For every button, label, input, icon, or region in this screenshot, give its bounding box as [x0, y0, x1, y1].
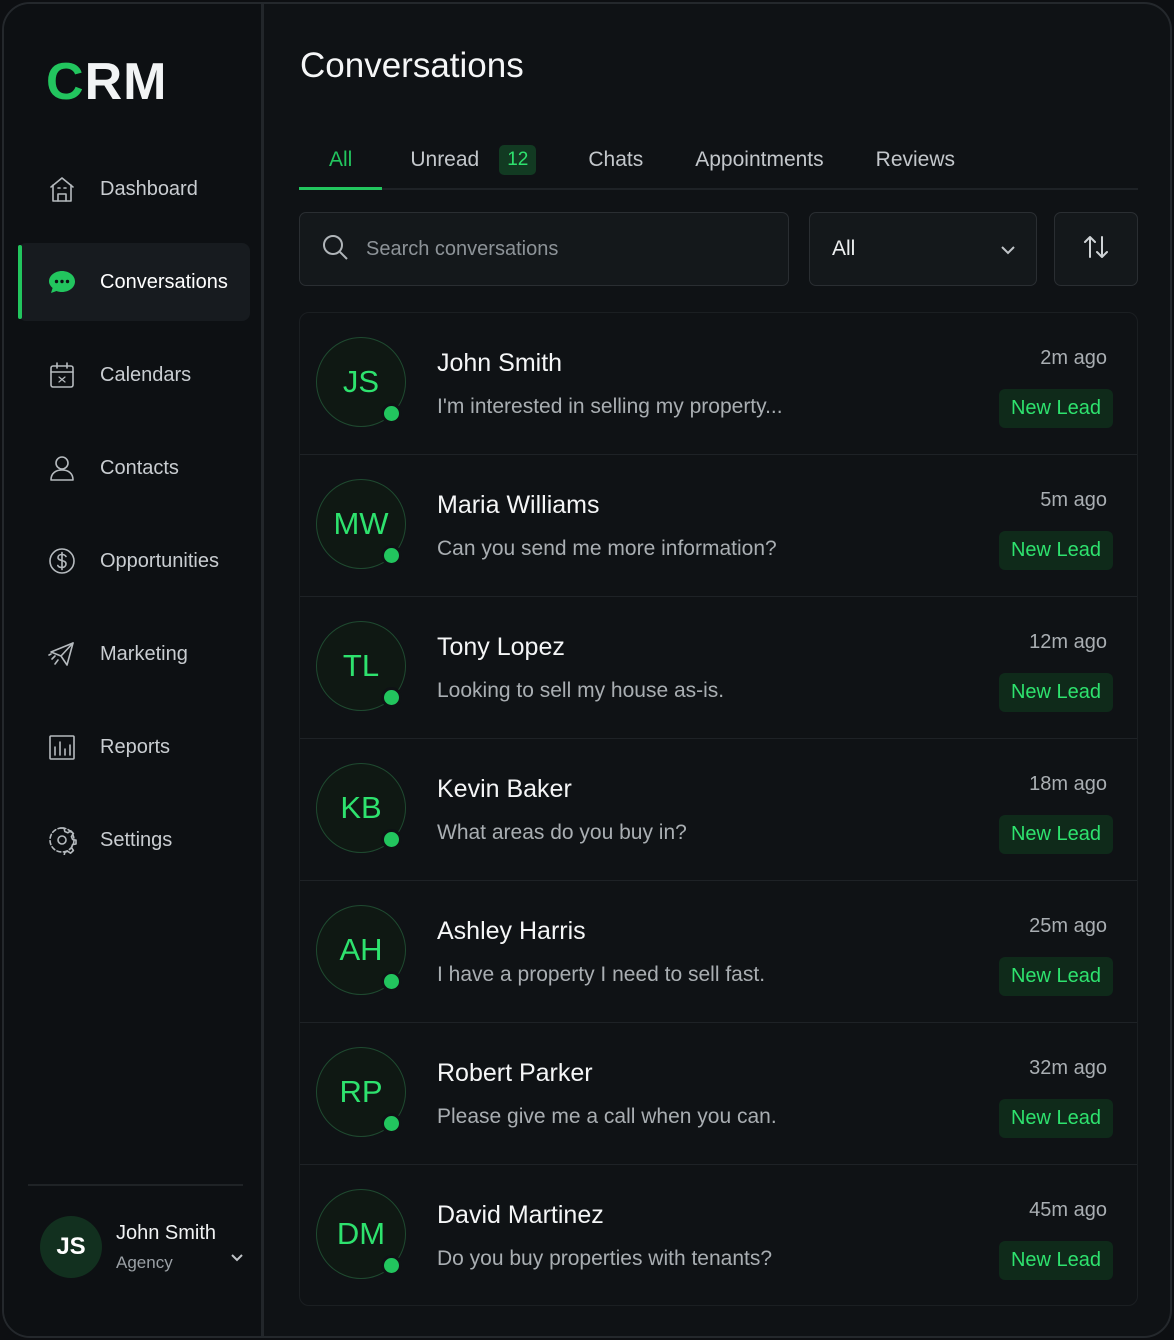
online-indicator [381, 545, 402, 566]
status-badge: New Lead [998, 1241, 1113, 1280]
sidebar-item-conversations[interactable]: Conversations [18, 243, 250, 321]
tab-appointments[interactable]: Appointments [695, 132, 823, 188]
filter-select[interactable]: All [809, 212, 1037, 286]
search-input[interactable] [366, 237, 766, 261]
timestamp: 2m ago [1040, 347, 1107, 369]
sidebar-item-label: Contacts [100, 456, 179, 479]
message-preview: Please give me a call when you can. [437, 1105, 777, 1128]
search-box [299, 212, 789, 286]
gear-icon [46, 824, 78, 856]
page-title: Conversations [300, 46, 524, 85]
status-badge: New Lead [998, 1099, 1113, 1138]
contact-name: David Martinez [437, 1201, 604, 1229]
status-badge: New Lead [998, 531, 1113, 570]
conversation-row[interactable]: RP Robert Parker Please give me a call w… [300, 1023, 1137, 1165]
user-profile[interactable]: JS John Smith Agency [40, 1214, 252, 1280]
online-indicator [381, 829, 402, 850]
building-icon [46, 173, 78, 205]
sidebar-item-marketing[interactable]: Marketing [18, 615, 250, 693]
online-indicator [381, 687, 402, 708]
message-preview: I'm interested in selling my property... [437, 395, 783, 418]
message-preview: Do you buy properties with tenants? [437, 1247, 773, 1270]
profile-role: Agency [116, 1252, 173, 1272]
message-preview: Can you send me more information? [437, 537, 777, 560]
contact-name: Maria Williams [437, 491, 600, 519]
conversation-row[interactable]: DM David Martinez Do you buy properties … [300, 1165, 1137, 1305]
timestamp: 12m ago [1029, 631, 1107, 653]
tab-all[interactable]: All [299, 132, 383, 190]
conversation-row[interactable]: AH Ashley Harris I have a property I nee… [300, 881, 1137, 1023]
sort-arrows-icon [1080, 231, 1112, 268]
avatar: JS [40, 1216, 102, 1278]
timestamp: 45m ago [1029, 1199, 1107, 1221]
conversation-tabs: All Unread 12 Chats Appointments Reviews [299, 132, 1138, 190]
sidebar-item-settings[interactable]: Settings [18, 801, 250, 879]
tab-chats[interactable]: Chats [588, 132, 643, 188]
chevron-down-icon[interactable] [228, 1248, 246, 1271]
sidebar-item-dashboard[interactable]: Dashboard [18, 150, 250, 228]
chevron-down-icon [998, 240, 1018, 266]
tab-unread[interactable]: Unread 12 [410, 132, 537, 188]
sidebar-item-label: Conversations [100, 270, 228, 293]
conversation-row[interactable]: MW Maria Williams Can you send me more i… [300, 455, 1137, 597]
timestamp: 25m ago [1029, 915, 1107, 937]
online-indicator [381, 971, 402, 992]
calendar-icon [46, 359, 78, 391]
sidebar-item-label: Marketing [100, 642, 188, 665]
sort-button[interactable] [1054, 212, 1138, 286]
sidebar-item-reports[interactable]: Reports [18, 708, 250, 786]
sidebar-item-calendars[interactable]: Calendars [18, 336, 250, 414]
app-window: CRM Dashboard Conversations Calendars Co… [2, 2, 1172, 1338]
conversation-list: JS John Smith I'm interested in selling … [299, 312, 1138, 1306]
online-indicator [381, 1255, 402, 1276]
main-content: Conversations All Unread 12 Chats Appoin… [267, 4, 1170, 1336]
sidebar-item-label: Opportunities [100, 549, 219, 572]
online-indicator [381, 1113, 402, 1134]
message-preview: I have a property I need to sell fast. [437, 963, 766, 986]
toolbar: All [299, 212, 1138, 286]
contact-name: Robert Parker [437, 1059, 593, 1087]
online-indicator [381, 403, 402, 424]
message-preview: Looking to sell my house as-is. [437, 679, 725, 702]
filter-value: All [832, 237, 856, 260]
tab-reviews[interactable]: Reviews [876, 132, 955, 188]
dollar-icon [46, 545, 78, 577]
bar-chart-icon [46, 731, 78, 763]
sidebar-divider [28, 1184, 243, 1186]
sidebar-item-label: Reports [100, 735, 171, 758]
sidebar-item-label: Settings [100, 828, 173, 851]
contact-name: Ashley Harris [437, 917, 586, 945]
chat-icon [46, 266, 78, 298]
timestamp: 5m ago [1040, 489, 1107, 511]
user-icon [46, 452, 78, 484]
contact-name: Tony Lopez [437, 633, 565, 661]
conversation-row[interactable]: JS John Smith I'm interested in selling … [300, 313, 1137, 455]
status-badge: New Lead [998, 673, 1113, 712]
message-preview: What areas do you buy in? [437, 821, 687, 844]
megaphone-icon [46, 638, 78, 670]
contact-name: John Smith [437, 349, 563, 377]
app-logo: CRM [46, 53, 168, 111]
sidebar-nav: Dashboard Conversations Calendars Contac… [18, 150, 250, 894]
conversation-row[interactable]: TL Tony Lopez Looking to sell my house a… [300, 597, 1137, 739]
unread-count-badge: 12 [499, 145, 537, 175]
profile-name: John Smith [116, 1221, 217, 1244]
status-badge: New Lead [998, 815, 1113, 854]
status-badge: New Lead [998, 389, 1113, 428]
conversation-row[interactable]: KB Kevin Baker What areas do you buy in?… [300, 739, 1137, 881]
status-badge: New Lead [998, 957, 1113, 996]
sidebar-item-contacts[interactable]: Contacts [18, 429, 250, 507]
timestamp: 18m ago [1029, 773, 1107, 795]
sidebar-item-label: Calendars [100, 363, 192, 386]
sidebar-item-opportunities[interactable]: Opportunities [18, 522, 250, 600]
sidebar: CRM Dashboard Conversations Calendars Co… [4, 4, 264, 1336]
timestamp: 32m ago [1029, 1057, 1107, 1079]
contact-name: Kevin Baker [437, 775, 572, 803]
sidebar-item-label: Dashboard [100, 177, 198, 200]
search-icon [320, 232, 350, 267]
